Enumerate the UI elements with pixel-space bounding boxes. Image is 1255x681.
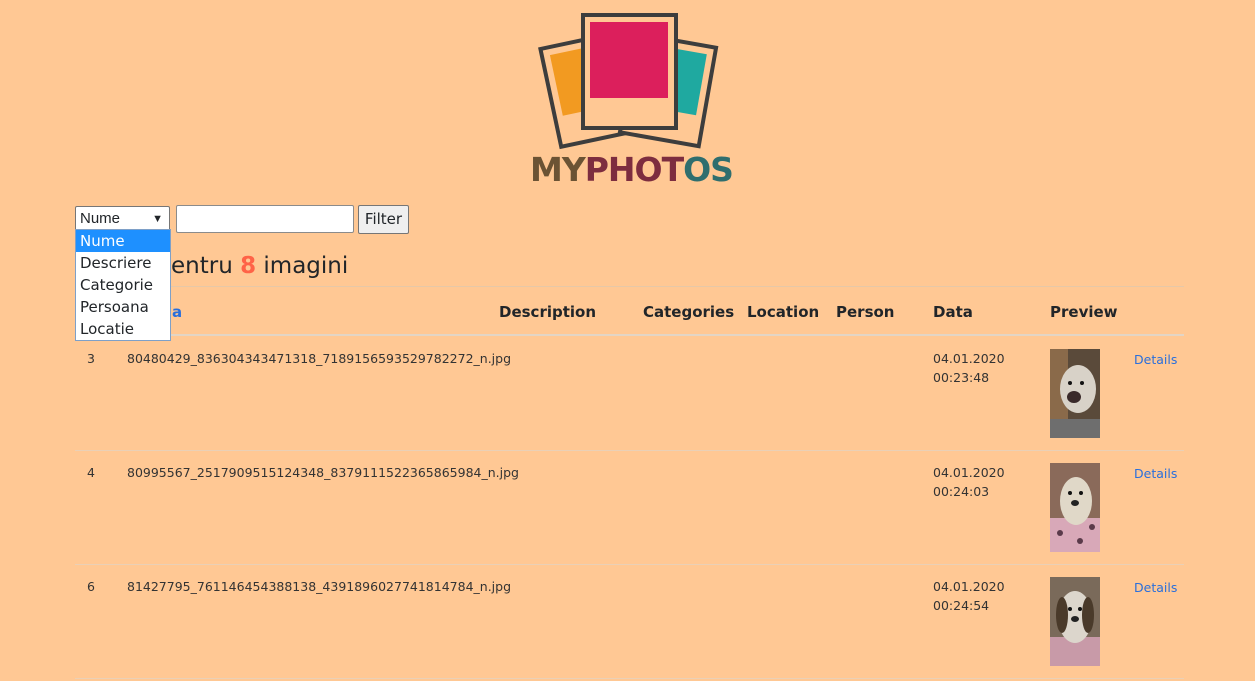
option-locatie[interactable]: Locatie (76, 318, 170, 340)
row-date: 04.01.2020 (933, 579, 1005, 594)
dropdown-arrow-icon: ▼ (152, 213, 163, 225)
table-row: 6 81427795_761146454388138_4391896027741… (75, 565, 1184, 679)
filter-dropdown-list: Nume Descriere Categorie Persoana Locati… (75, 229, 171, 341)
details-link[interactable]: Details (1134, 580, 1177, 595)
header-description: Description (499, 303, 597, 321)
filter-input[interactable] (176, 205, 354, 233)
row-id: 3 (87, 351, 95, 366)
logo-wordmark: MYPHOTOS (530, 150, 734, 189)
table-row: 3 80480429_836304343471318_7189156593529… (75, 337, 1184, 451)
details-link[interactable]: Details (1134, 466, 1177, 481)
row-id: 4 (87, 465, 95, 480)
preview-thumbnail (1050, 577, 1100, 666)
row-time: 00:23:48 (933, 370, 990, 385)
header-location: Location (747, 303, 820, 321)
details-link[interactable]: Details (1134, 352, 1177, 367)
results-count: 8 (240, 253, 257, 279)
option-nume[interactable]: Nume (76, 230, 170, 252)
row-filename: 81427795_761146454388138_439189602774181… (127, 579, 512, 594)
row-date: 04.01.2020 (933, 351, 1005, 366)
header-divider (75, 334, 1184, 336)
header-data: Data (933, 303, 973, 321)
header-categories: Categories (643, 303, 735, 321)
preview-thumbnail (1050, 463, 1100, 552)
header-person: Person (836, 303, 895, 321)
row-time: 00:24:54 (933, 598, 990, 613)
row-filename: 80995567_2517909515124348_83791115223658… (127, 465, 519, 480)
table-row: 4 80995567_2517909515124348_837911152236… (75, 451, 1184, 565)
divider (75, 286, 1184, 287)
header-name-partial[interactable]: a (172, 303, 182, 321)
option-descriere[interactable]: Descriere (76, 252, 170, 274)
row-time: 00:24:03 (933, 484, 990, 499)
row-filename: 80480429_836304343471318_718915659352978… (127, 351, 512, 366)
preview-thumbnail (1050, 349, 1100, 438)
row-divider (75, 678, 1184, 679)
row-id: 6 (87, 579, 95, 594)
filter-button[interactable]: Filter (358, 205, 409, 234)
option-categorie[interactable]: Categorie (76, 274, 170, 296)
header-preview: Preview (1050, 303, 1118, 321)
option-persoana[interactable]: Persoana (76, 296, 170, 318)
row-date: 04.01.2020 (933, 465, 1005, 480)
